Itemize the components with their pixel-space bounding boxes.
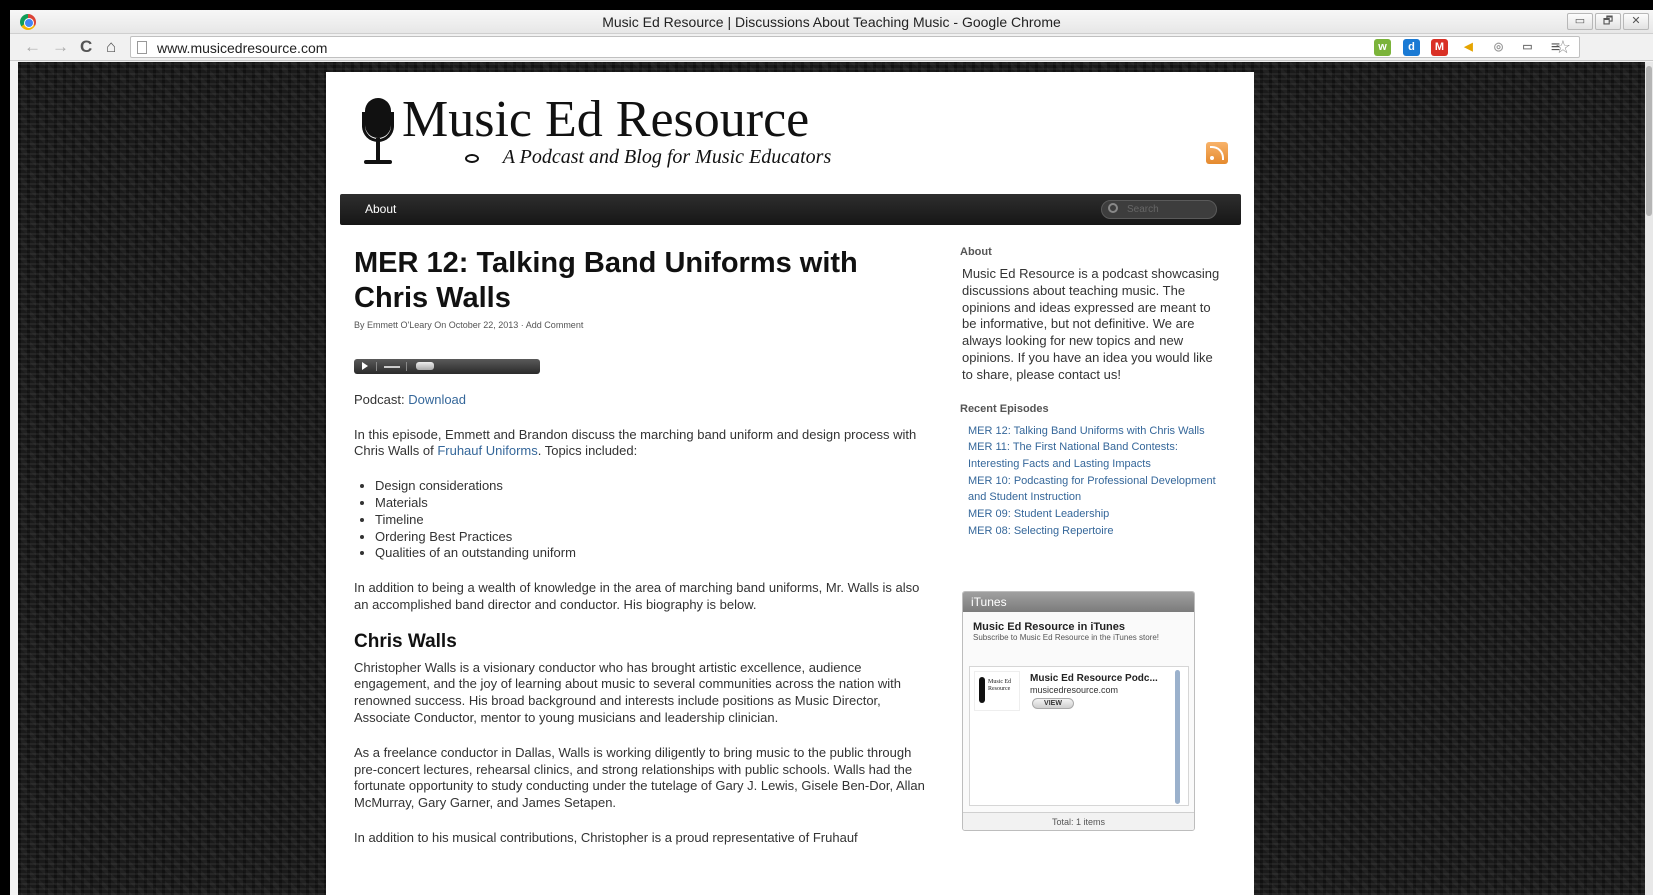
restore-button[interactable]: 🗗 [1595, 13, 1621, 30]
itunes-total: Total: 1 items [963, 812, 1194, 830]
site-page: Music Ed Resource A Podcast and Blog for… [326, 72, 1254, 895]
page-icon [137, 41, 147, 54]
post-content: MER 12: Talking Band Uniforms with Chris… [354, 246, 929, 847]
recent-episodes-heading: Recent Episodes [960, 402, 1049, 415]
scrollbar-thumb[interactable] [1646, 66, 1652, 216]
forward-button[interactable]: → [52, 37, 69, 57]
add-comment-link[interactable]: Add Comment [526, 320, 584, 330]
list-item: Materials [375, 495, 929, 512]
intro-paragraph: In this episode, Emmett and Brandon disc… [354, 426, 917, 459]
page-scrollbar[interactable] [1645, 62, 1653, 895]
recent-episode-link[interactable]: MER 12: Talking Band Uniforms with Chris… [968, 425, 1205, 437]
addition-paragraph: In addition to being a wealth of knowled… [354, 580, 920, 612]
search-icon [1108, 203, 1118, 213]
podcast-thumbnail[interactable]: Music Ed Resource [974, 671, 1020, 711]
itunes-list: Music Ed Resource Music Ed Resource Podc… [969, 666, 1189, 806]
microphone-icon [979, 677, 985, 703]
d-extension-icon[interactable]: d [1403, 39, 1420, 56]
title-bar: Music Ed Resource | Discussions About Te… [10, 10, 1653, 34]
minimize-button[interactable]: ▭ [1567, 13, 1593, 30]
post-byline: By Emmett O'Leary On October 22, 2013 · … [354, 320, 584, 330]
main-nav: About Search [340, 194, 1241, 225]
bio-paragraph: In addition to his musical contributions… [354, 829, 858, 845]
list-item: Timeline [375, 512, 929, 529]
recent-episodes-list: MER 12: Talking Band Uniforms with Chris… [960, 423, 1226, 540]
site-logo[interactable]: Music Ed Resource A Podcast and Blog for… [340, 91, 888, 172]
itunes-title[interactable]: Music Ed Resource in iTunes [973, 621, 1194, 633]
page-viewport: Music Ed Resource A Podcast and Blog for… [18, 62, 1653, 895]
itunes-header: iTunes [963, 592, 1194, 612]
search-placeholder: Search [1127, 204, 1159, 215]
browser-window: Music Ed Resource | Discussions About Te… [10, 10, 1653, 895]
sidebar: About Music Ed Resource is a podcast sho… [960, 246, 1226, 831]
menu-icon[interactable]: ≡ [1547, 39, 1564, 56]
itunes-widget: iTunes Music Ed Resource in iTunes Subsc… [962, 591, 1195, 831]
w-extension-icon[interactable]: w [1374, 39, 1391, 56]
bio-heading: Chris Walls [354, 630, 457, 652]
list-item: Ordering Best Practices [375, 529, 929, 546]
itunes-scrollbar[interactable] [1175, 670, 1180, 804]
sidebar-about-heading: About [960, 246, 992, 258]
itunes-subtitle: Subscribe to Music Ed Resource in the iT… [973, 633, 1160, 642]
bio-paragraph: As a freelance conductor in Dallas, Wall… [354, 744, 925, 811]
address-bar[interactable]: www.musicedresource.com ☆ [130, 36, 1580, 58]
post-title[interactable]: MER 12: Talking Band Uniforms with Chris… [354, 246, 929, 316]
view-button[interactable]: VIEW [1032, 698, 1074, 709]
logo-title: Music Ed Resource [402, 91, 810, 148]
search-input[interactable]: Search [1101, 200, 1217, 219]
volume-slider[interactable] [384, 365, 400, 368]
back-button[interactable]: ← [24, 37, 41, 57]
close-button[interactable]: ✕ [1623, 13, 1649, 30]
window-title: Music Ed Resource | Discussions About Te… [602, 14, 1061, 30]
recent-episode-link[interactable]: MER 11: The First National Band Contests… [968, 441, 1178, 470]
recent-episode-link[interactable]: MER 09: Student Leadership [968, 508, 1109, 520]
reload-button[interactable]: C [80, 37, 92, 57]
rss-icon[interactable] [1206, 142, 1228, 164]
seek-handle[interactable] [416, 361, 434, 370]
microphone-icon [362, 94, 394, 172]
fruhauf-link[interactable]: Fruhauf Uniforms [437, 443, 537, 458]
gmail-icon[interactable]: M [1431, 39, 1448, 56]
bell-extension-icon[interactable]: ◀ [1460, 39, 1477, 56]
podcast-line: Podcast: Download [354, 391, 467, 407]
home-button[interactable]: ⌂ [106, 37, 116, 57]
bio-paragraph: Christopher Walls is a visionary conduct… [354, 659, 902, 725]
logo-tagline: A Podcast and Blog for Music Educators [418, 146, 878, 169]
nav-about-link[interactable]: About [365, 202, 396, 216]
podcast-domain: musicedresource.com [1030, 685, 1119, 695]
topics-list: Design considerations Materials Timeline… [354, 478, 929, 562]
pin-extension-icon[interactable]: ◎ [1490, 39, 1507, 56]
sidebar-about-text: Music Ed Resource is a podcast showcasin… [962, 266, 1220, 382]
cast-icon[interactable]: ▭ [1519, 39, 1536, 56]
browser-toolbar: ← → C ⌂ www.musicedresource.com ☆ w d M ◀ ◎ ▭… [10, 34, 1653, 61]
list-item: Design considerations [375, 478, 929, 495]
audio-player[interactable] [354, 358, 540, 374]
recent-episode-link[interactable]: MER 10: Podcasting for Professional Deve… [968, 475, 1216, 504]
list-item: Qualities of an outstanding uniform [375, 545, 929, 562]
whole-note-icon [464, 153, 479, 163]
play-icon[interactable] [362, 361, 368, 370]
download-link[interactable]: Download [408, 392, 466, 407]
podcast-name[interactable]: Music Ed Resource Podc... [1030, 673, 1158, 684]
url-text[interactable]: www.musicedresource.com [157, 40, 327, 56]
recent-episode-link[interactable]: MER 08: Selecting Repertoire [968, 525, 1114, 537]
